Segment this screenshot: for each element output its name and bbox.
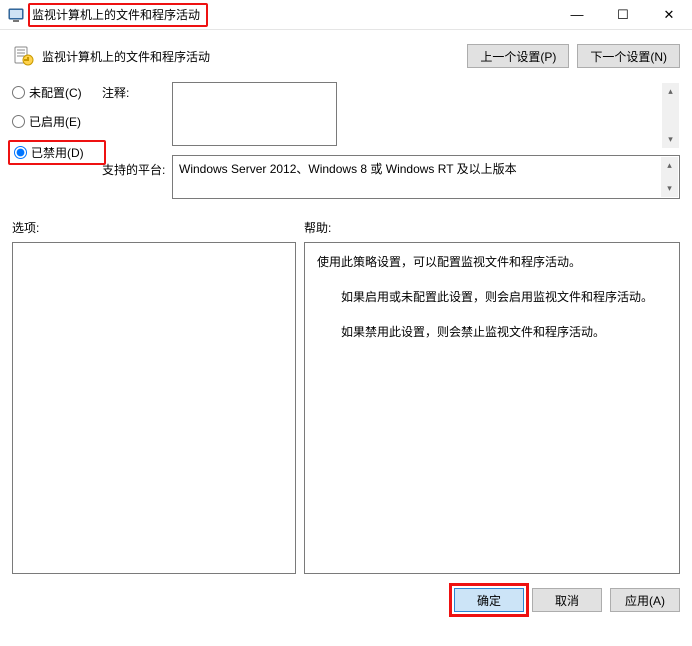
scroll-down-icon[interactable]: ▾ bbox=[662, 131, 679, 148]
apply-button[interactable]: 应用(A) bbox=[610, 588, 680, 612]
comment-scrollbar[interactable]: ▴ ▾ bbox=[662, 83, 679, 148]
radio-enabled-label: 已启用(E) bbox=[29, 113, 81, 130]
supported-platforms-box: Windows Server 2012、Windows 8 或 Windows … bbox=[172, 155, 680, 199]
comment-label: 注释: bbox=[102, 82, 172, 101]
platform-scrollbar[interactable]: ▴ ▾ bbox=[661, 157, 678, 197]
title-bar: 监视计算机上的文件和程序活动 — ☐ ✕ bbox=[0, 0, 692, 30]
cancel-button[interactable]: 取消 bbox=[532, 588, 602, 612]
radio-disabled-label: 已禁用(D) bbox=[31, 144, 84, 161]
help-paragraph: 如果禁用此设置，则会禁止监视文件和程序活动。 bbox=[317, 323, 667, 342]
state-radio-group: 未配置(C) 已启用(E) 已禁用(D) bbox=[12, 82, 102, 199]
radio-enabled-input[interactable] bbox=[12, 115, 25, 128]
maximize-button[interactable]: ☐ bbox=[600, 0, 646, 30]
policy-icon bbox=[12, 45, 34, 67]
dialog-content: 监视计算机上的文件和程序活动 上一个设置(P) 下一个设置(N) 未配置(C) … bbox=[0, 30, 692, 646]
radio-not-configured-input[interactable] bbox=[12, 86, 25, 99]
radio-not-configured-label: 未配置(C) bbox=[29, 84, 82, 101]
minimize-icon: — bbox=[571, 7, 584, 22]
next-setting-button[interactable]: 下一个设置(N) bbox=[577, 44, 680, 68]
radio-disabled[interactable]: 已禁用(D) bbox=[8, 140, 106, 165]
app-icon bbox=[8, 7, 24, 23]
previous-setting-button[interactable]: 上一个设置(P) bbox=[467, 44, 569, 68]
close-button[interactable]: ✕ bbox=[646, 0, 692, 30]
scroll-up-icon[interactable]: ▴ bbox=[662, 83, 679, 100]
policy-header: 监视计算机上的文件和程序活动 上一个设置(P) 下一个设置(N) bbox=[12, 30, 680, 76]
ok-button[interactable]: 确定 bbox=[454, 588, 524, 612]
radio-disabled-input[interactable] bbox=[14, 146, 27, 159]
policy-title: 监视计算机上的文件和程序活动 bbox=[42, 48, 210, 65]
close-icon: ✕ bbox=[664, 7, 675, 23]
radio-not-configured[interactable]: 未配置(C) bbox=[12, 84, 102, 101]
dialog-buttons: 确定 取消 应用(A) bbox=[12, 574, 680, 612]
window-title: 监视计算机上的文件和程序活动 bbox=[28, 3, 208, 27]
options-pane bbox=[12, 242, 296, 574]
radio-enabled[interactable]: 已启用(E) bbox=[12, 113, 102, 130]
help-paragraph: 如果启用或未配置此设置，则会启用监视文件和程序活动。 bbox=[317, 288, 667, 307]
help-label: 帮助: bbox=[304, 219, 680, 236]
options-label: 选项: bbox=[12, 219, 304, 236]
scroll-down-icon[interactable]: ▾ bbox=[661, 180, 678, 197]
supported-platforms-text: Windows Server 2012、Windows 8 或 Windows … bbox=[179, 162, 517, 176]
minimize-button[interactable]: — bbox=[554, 0, 600, 30]
scroll-up-icon[interactable]: ▴ bbox=[661, 157, 678, 174]
comment-textarea[interactable] bbox=[172, 82, 337, 146]
platform-label: 支持的平台: bbox=[102, 155, 172, 178]
help-paragraph: 使用此策略设置，可以配置监视文件和程序活动。 bbox=[317, 253, 667, 272]
maximize-icon: ☐ bbox=[617, 7, 629, 23]
help-pane: 使用此策略设置，可以配置监视文件和程序活动。 如果启用或未配置此设置，则会启用监… bbox=[304, 242, 680, 574]
